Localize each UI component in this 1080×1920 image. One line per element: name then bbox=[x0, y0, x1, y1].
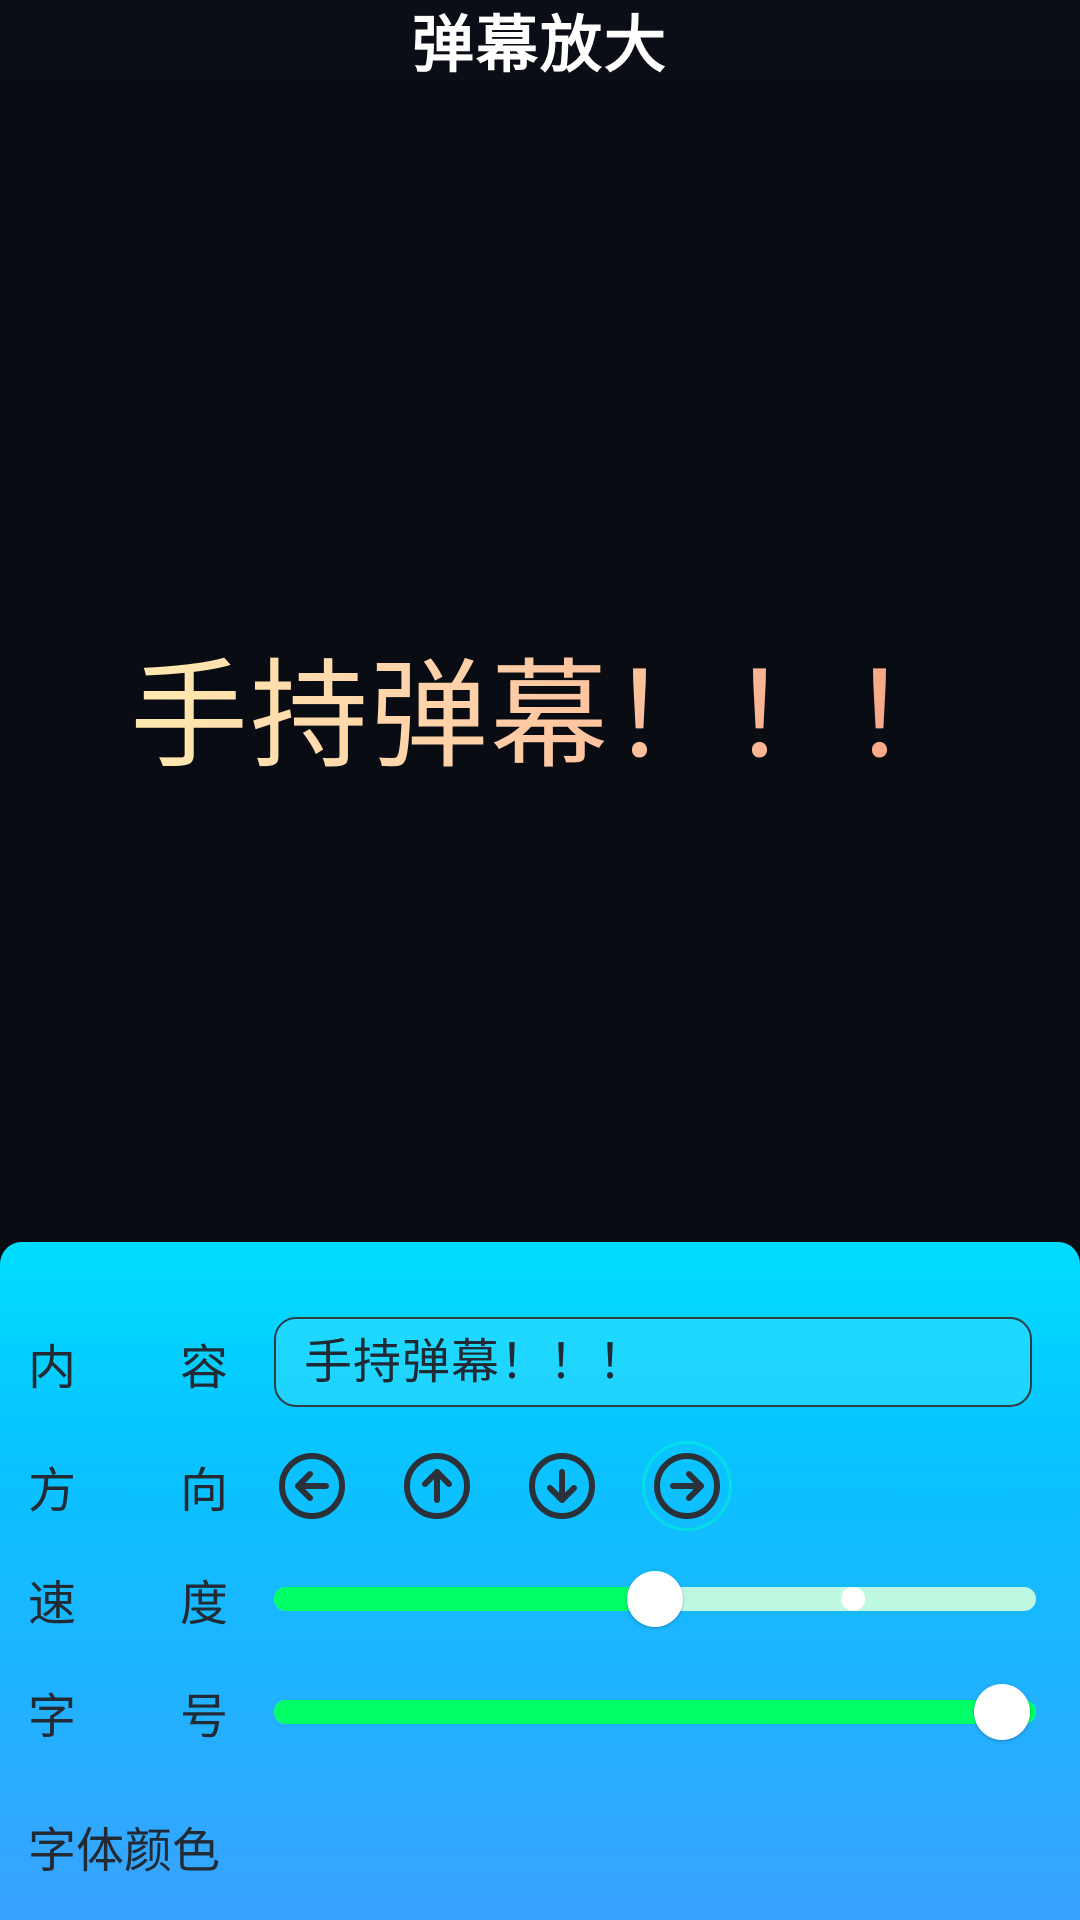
danmaku-preview-text: 手持弹幕！！！ bbox=[130, 620, 970, 791]
font-size-label-char-2: 号 bbox=[179, 1689, 228, 1745]
speed-label: 速 度 bbox=[28, 1549, 228, 1649]
font-size-slider-fill bbox=[274, 1700, 1036, 1724]
arrow-left-circle-icon bbox=[279, 1453, 345, 1519]
font-size-slider[interactable] bbox=[274, 1662, 1036, 1762]
speed-slider-fill bbox=[274, 1587, 655, 1611]
page-title: 弹幕放大 bbox=[0, 0, 1080, 81]
direction-label-char-2: 向 bbox=[179, 1463, 228, 1519]
arrow-right-circle-icon bbox=[654, 1453, 720, 1519]
font-color-row: 字体颜色 bbox=[0, 1796, 1080, 1896]
font-size-slider-thumb[interactable] bbox=[974, 1684, 1030, 1740]
content-label-char-2: 容 bbox=[179, 1340, 228, 1396]
speed-slider-buffer bbox=[841, 1587, 866, 1611]
font-size-label-char-1: 字 bbox=[28, 1689, 77, 1745]
direction-down-button[interactable] bbox=[526, 1450, 598, 1522]
danmaku-stage[interactable]: 手持弹幕！！！ bbox=[0, 90, 1080, 1240]
speed-label-char-1: 速 bbox=[28, 1576, 77, 1632]
speed-label-char-2: 度 bbox=[179, 1576, 228, 1632]
direction-label: 方 向 bbox=[28, 1436, 228, 1536]
font-color-label: 字体颜色 bbox=[28, 1823, 221, 1879]
screen: 弹幕放大 手持弹幕！！！ 内 容 手持弹幕！！！ 方 向 速 度 字 号 字体颜… bbox=[0, 0, 1080, 1920]
direction-label-char-1: 方 bbox=[28, 1463, 77, 1519]
speed-slider-thumb[interactable] bbox=[627, 1571, 683, 1627]
direction-right-button[interactable] bbox=[651, 1450, 723, 1522]
speed-slider[interactable] bbox=[274, 1549, 1036, 1649]
speed-row: 速 度 bbox=[0, 1549, 1080, 1649]
settings-panel: 内 容 手持弹幕！！！ 方 向 速 度 字 号 字体颜色 bbox=[0, 1242, 1080, 1920]
content-label-char-1: 内 bbox=[28, 1340, 77, 1396]
content-input[interactable]: 手持弹幕！！！ bbox=[274, 1317, 1032, 1407]
font-size-label: 字 号 bbox=[28, 1662, 228, 1762]
direction-up-button[interactable] bbox=[401, 1450, 473, 1522]
direction-left-button[interactable] bbox=[276, 1450, 348, 1522]
arrow-down-circle-icon bbox=[529, 1453, 595, 1519]
content-row: 内 容 手持弹幕！！！ bbox=[0, 1313, 1080, 1413]
content-label: 内 容 bbox=[28, 1313, 228, 1413]
font-size-row: 字 号 bbox=[0, 1662, 1080, 1762]
direction-row: 方 向 bbox=[0, 1436, 1080, 1536]
arrow-up-circle-icon bbox=[404, 1453, 470, 1519]
